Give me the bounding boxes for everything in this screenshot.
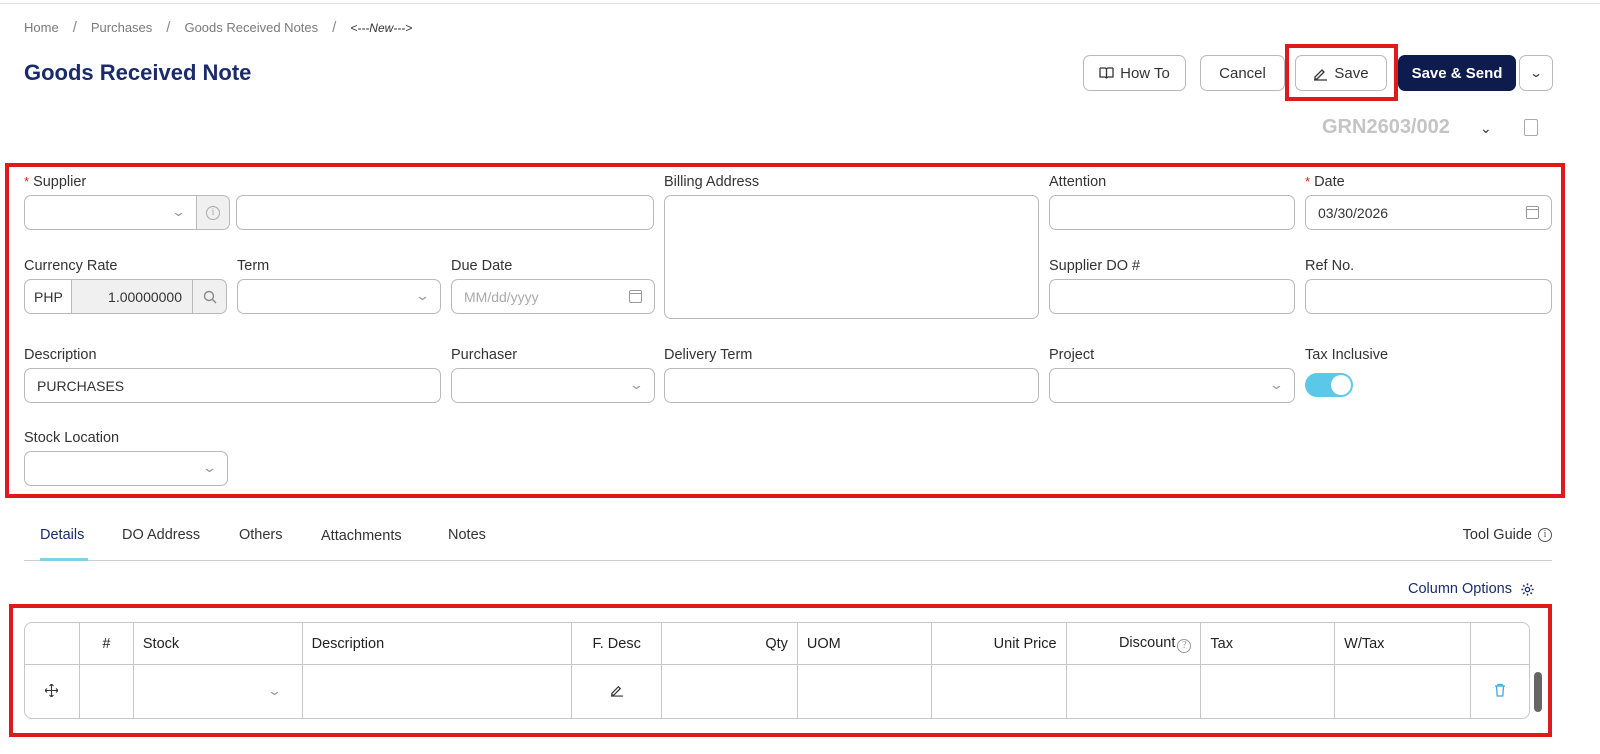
breadcrumb-home[interactable]: Home — [24, 20, 59, 35]
column-options-label: Column Options — [1408, 581, 1512, 597]
column-options-button[interactable]: Column Options — [1408, 581, 1535, 597]
chevron-down-icon[interactable]: ⌄ — [1480, 120, 1492, 137]
tab-do-address[interactable]: DO Address — [122, 527, 200, 543]
breadcrumb-grn[interactable]: Goods Received Notes — [184, 20, 318, 35]
how-to-label: How To — [1120, 64, 1170, 82]
top-divider — [0, 0, 1600, 4]
active-tab-indicator — [40, 558, 88, 561]
book-icon — [1099, 67, 1114, 79]
tab-others[interactable]: Others — [239, 527, 283, 543]
page-title: Goods Received Note — [24, 60, 252, 85]
breadcrumb-purchases[interactable]: Purchases — [91, 20, 152, 35]
bookmark-icon[interactable] — [1524, 119, 1538, 136]
how-to-button[interactable]: How To — [1083, 55, 1186, 91]
info-icon: i — [1538, 528, 1552, 542]
tab-bar: Details DO Address Others Attachments No… — [24, 523, 1552, 561]
tab-attachments[interactable]: Attachments — [321, 528, 402, 544]
breadcrumb-separator: / — [72, 19, 77, 36]
tool-guide-button[interactable]: Tool Guide i — [1463, 527, 1552, 543]
tool-guide-label: Tool Guide — [1462, 527, 1532, 543]
highlight-table — [9, 604, 1552, 737]
gear-icon — [1521, 582, 1534, 596]
breadcrumb: Home / Purchases / Goods Received Notes … — [24, 19, 412, 36]
cancel-button[interactable]: Cancel — [1200, 55, 1285, 91]
chevron-down-icon: ⌄ — [1528, 66, 1544, 80]
breadcrumb-separator: / — [166, 19, 171, 36]
breadcrumb-separator: / — [332, 19, 337, 36]
breadcrumb-current: <---New---> — [350, 20, 413, 35]
highlight-form — [5, 163, 1565, 498]
highlight-save — [1285, 44, 1398, 101]
more-actions-button[interactable]: ⌄ — [1519, 55, 1553, 91]
tab-details[interactable]: Details — [40, 527, 84, 543]
document-number[interactable]: GRN2603/002 — [1322, 116, 1450, 139]
save-and-send-button[interactable]: Save & Send — [1398, 55, 1516, 91]
tab-notes[interactable]: Notes — [448, 527, 486, 543]
